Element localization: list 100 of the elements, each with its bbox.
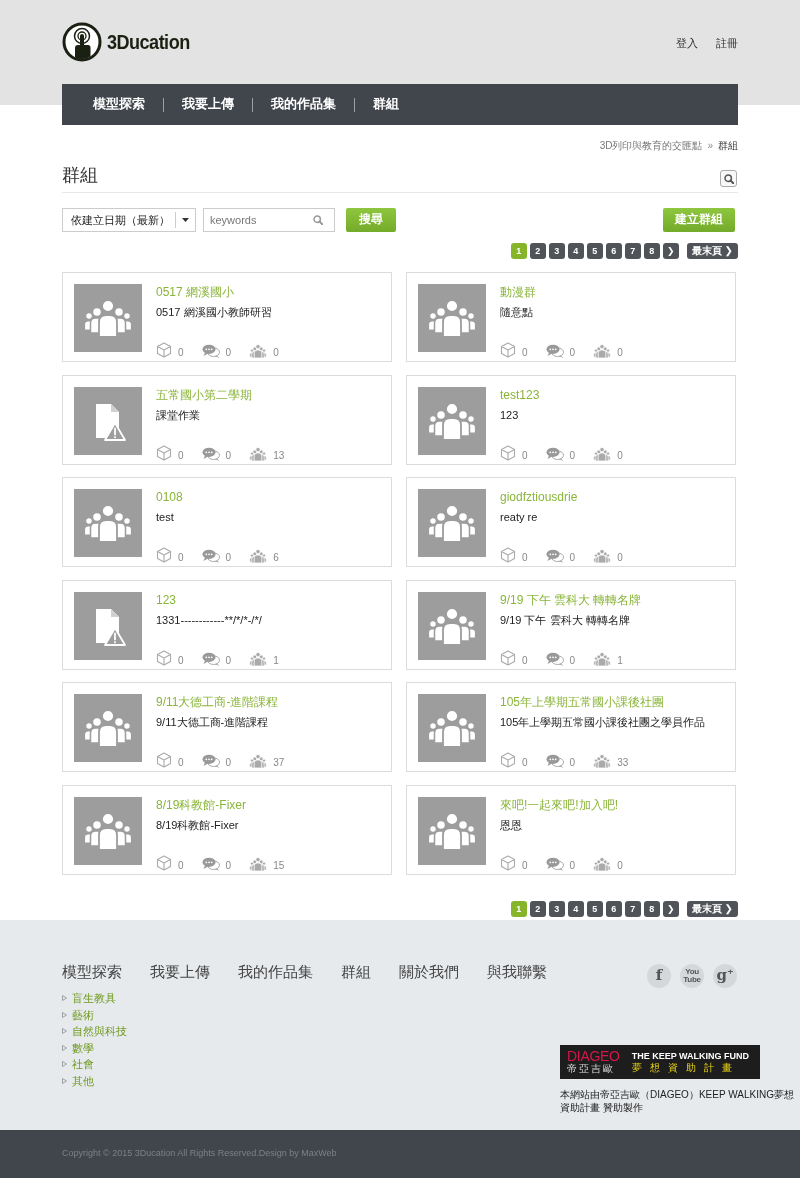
member-count: 0 [617,553,623,564]
footer-nav-link[interactable]: 我要上傳 [150,961,210,982]
page-link[interactable]: 6 [605,243,622,259]
group-description: test [156,510,174,526]
sponsor-banner[interactable]: DIAGEO 帝亞吉歐 THE KEEP WALKING FUND 夢想資助計畫 [560,1044,760,1079]
chat-bubbles-icon [545,549,564,564]
cube-icon [156,547,172,564]
group-placeholder-icon[interactable] [418,386,486,455]
broken-file-icon[interactable] [74,386,142,455]
group-description: 105年上學期五常國小課後社團之學員作品 [500,715,706,731]
page-link[interactable]: 5 [586,243,603,259]
chat-bubbles-icon [201,446,220,461]
page-link[interactable]: 4 [567,243,584,259]
group-placeholder-icon[interactable] [418,489,486,558]
group-placeholder-icon[interactable] [74,694,142,763]
search-icon [723,173,734,184]
breadcrumb-current: 群組 [718,139,738,153]
logo-text[interactable]: 3Ducation [107,28,190,56]
member-count: 1 [273,655,279,666]
cube-icon [500,444,516,461]
page-link[interactable]: 2 [529,243,546,259]
page-link[interactable]: 7 [624,900,641,917]
comment-count: 0 [225,655,232,666]
people-icon [593,754,612,769]
comment-count: 0 [225,758,232,769]
footer-nav-link[interactable]: 我的作品集 [238,961,313,982]
bullet-icon [62,995,67,1002]
page-link[interactable]: 3 [548,243,565,259]
last-page-link[interactable]: 最末頁 ❯ [686,243,738,259]
facebook-button[interactable]: f [647,963,671,988]
auth-link[interactable]: 登入 [676,36,698,51]
nav-link[interactable]: 模型探索 [93,96,145,113]
nav-link[interactable]: 我的作品集 [271,96,336,113]
group-description: 1331------------**/*/*-/*/ [156,612,262,628]
model-count: 0 [178,655,184,666]
group-description: 9/19 下午 雲科大 轉轉名牌 [500,612,630,628]
auth-link[interactable]: 註冊 [716,36,738,51]
breadcrumb-separator: » [707,139,713,153]
next-page-link[interactable]: ❯ [662,243,679,259]
page-link[interactable]: 2 [529,900,546,917]
search-toggle-button[interactable] [720,170,737,187]
comment-count: 0 [225,348,232,358]
cube-icon [156,342,172,358]
group-placeholder-icon[interactable] [74,796,142,865]
bullet-icon [62,1044,67,1051]
google-plus-button[interactable]: g$^{+}$ [713,963,737,988]
comment-count: 0 [569,450,576,461]
page-link[interactable]: 5 [586,900,603,917]
youtube-button[interactable]: You Tube [680,963,704,988]
member-count: 37 [273,758,285,769]
chat-bubbles-icon [201,856,220,871]
member-count: 0 [273,348,279,358]
cube-icon [156,854,172,871]
cube-icon [500,649,516,666]
model-count: 0 [522,450,528,461]
model-count: 0 [178,758,184,769]
nav-link[interactable]: 群組 [373,96,399,113]
group-description: 8/19科教館-Fixer [156,817,239,833]
model-count: 0 [178,860,184,871]
last-page-link[interactable]: 最末頁 ❯ [686,900,738,917]
chat-bubbles-icon [545,344,564,358]
search-field[interactable]: keywords [203,208,335,232]
next-page-link[interactable]: ❯ [662,900,679,917]
sponsor-brand-subtitle: 帝亞吉歐 [567,1062,616,1075]
member-count: 0 [617,348,623,358]
page-link[interactable]: 8 [643,900,660,917]
group-placeholder-icon[interactable] [418,284,486,352]
cube-icon [156,752,172,769]
footer-nav-link[interactable]: 與我聯繫 [487,961,547,982]
bullet-icon [62,1011,67,1018]
page-link[interactable]: 8 [643,243,660,259]
touch-logo-icon[interactable] [62,22,102,62]
page-link[interactable]: 3 [548,900,565,917]
broken-file-icon[interactable] [74,591,142,660]
member-count: 0 [617,450,623,461]
group-placeholder-icon[interactable] [418,694,486,763]
group-description: 9/11大德工商-進階課程 [156,715,269,731]
breadcrumb-link[interactable]: 3D列印與教育的交匯點 [599,139,703,153]
page-link[interactable]: 7 [624,243,641,259]
model-count: 0 [522,348,528,358]
group-description: reaty re [500,510,538,526]
footer-nav-link[interactable]: 關於我們 [399,961,459,982]
people-icon [593,344,612,358]
model-count: 0 [522,860,528,871]
group-placeholder-icon[interactable] [418,796,486,865]
comment-count: 0 [225,860,232,871]
people-icon [593,446,612,461]
group-placeholder-icon[interactable] [74,489,142,558]
group-placeholder-icon[interactable] [418,591,486,660]
page-link[interactable]: 6 [605,900,622,917]
sort-select[interactable]: 依建立日期（最新） [62,208,196,232]
page-link[interactable]: 4 [567,900,584,917]
footer-nav-link[interactable]: 群組 [341,961,371,982]
footer-nav-link[interactable]: 模型探索 [62,961,122,982]
chat-bubbles-icon [201,754,220,769]
bullet-icon [62,1077,67,1084]
sponsor-caption: 本網站由帝亞吉歐（DIAGEO）KEEP WALKING夢想資助計畫 贊助製作 [560,1087,795,1114]
people-icon [249,549,268,564]
nav-link[interactable]: 我要上傳 [182,96,234,113]
group-placeholder-icon[interactable] [74,284,142,352]
